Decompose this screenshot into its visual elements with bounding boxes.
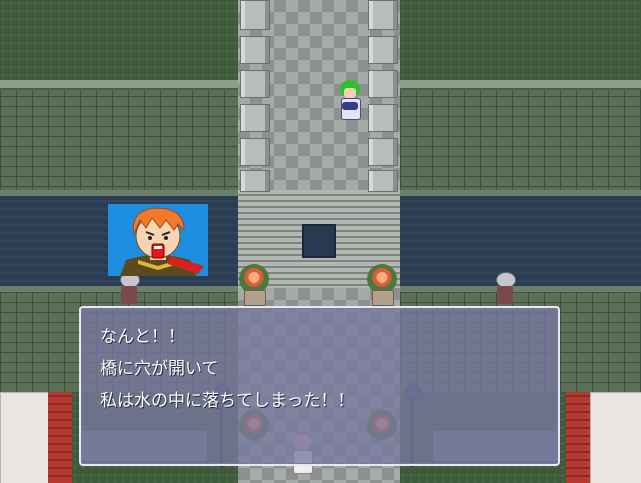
message-line-3: 私は水の中に落ちてしまった！！ (100, 391, 355, 411)
message-window[interactable]: なんと！！ 橋に穴が開いて 私は水の中に落ちてしまった！！ (79, 306, 560, 466)
pillar-right (368, 138, 398, 166)
roof-left (48, 392, 72, 483)
pillar-left (240, 138, 270, 166)
pillar-left (240, 104, 270, 132)
guard-sprite-right (494, 272, 516, 306)
pillar-right (368, 0, 398, 30)
roof-right (566, 392, 590, 483)
castle-wall-left-upper (0, 86, 238, 190)
flower-pot-base (372, 290, 394, 306)
pillar-left (240, 0, 270, 30)
building-right (590, 392, 641, 483)
game-scene: なんと！！ 橋に穴が開いて 私は水の中に落ちてしまった！！ (0, 0, 641, 483)
guard-body (121, 286, 137, 304)
castle-wall-left-top (0, 80, 238, 90)
message-line-1: なんと！！ (100, 327, 185, 347)
message-line-2: 橋に穴が開いて (100, 359, 219, 379)
bridge-hole (302, 224, 336, 258)
pillar-right (368, 170, 398, 192)
guard-sprite-left (118, 272, 140, 306)
castle-wall-right-top (400, 80, 641, 90)
pillar-right (368, 36, 398, 64)
building-left (0, 392, 50, 483)
pillar-left (240, 170, 270, 192)
flower-pot-base (244, 290, 266, 306)
hero-face (344, 88, 356, 98)
castle-wall-right-upper (400, 86, 641, 190)
guard-body (497, 286, 513, 304)
speaker-portrait (108, 204, 208, 276)
hero-sprite (338, 80, 362, 124)
speaker-face-illustration (108, 204, 208, 276)
pillar-left (240, 36, 270, 64)
pillar-right (368, 70, 398, 98)
pillar-right (368, 104, 398, 132)
hero-cape (342, 102, 358, 110)
pillar-left (240, 70, 270, 98)
